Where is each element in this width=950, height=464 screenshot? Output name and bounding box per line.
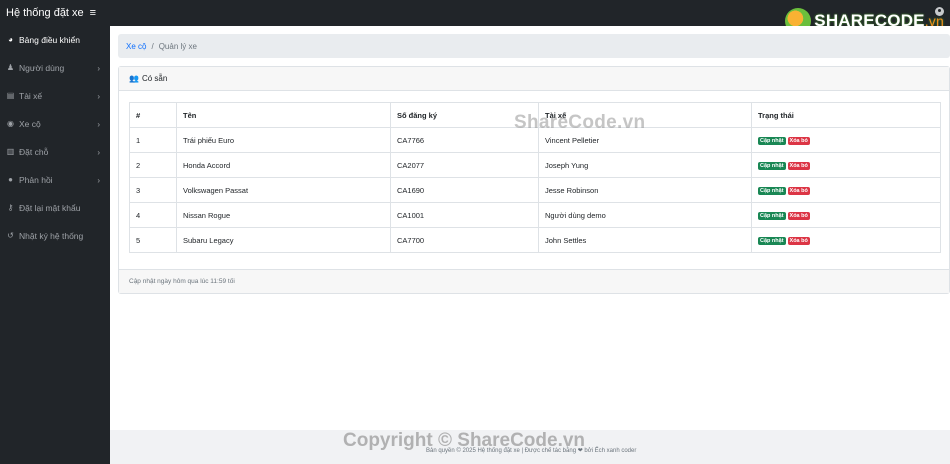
footer-text: Bản quyền © 2025 Hệ thống đặt xe | Được … — [426, 448, 637, 454]
header-number: # — [129, 102, 177, 128]
status-actions: Cập nhật Xóa bỏ — [751, 227, 941, 253]
registration-number: CA7700 — [390, 227, 539, 253]
header-name: Tên — [176, 102, 391, 128]
delete-button[interactable]: Xóa bỏ — [787, 212, 810, 220]
row-number: 3 — [129, 177, 177, 203]
table-row: 4 Nissan Rogue CA1001 Người dùng demo Cập nh… — [129, 202, 941, 228]
sidebar-item-key[interactable]: ⚷ Đặt lại mật khẩu — [0, 194, 110, 222]
sidebar-item-driver-card[interactable]: ▤ Tài xế › — [0, 82, 110, 110]
sidebar-item-car[interactable]: ◉ Xe cộ › — [0, 110, 110, 138]
sidebar-item-comments[interactable]: ● Phản hồi › — [0, 166, 110, 194]
brand-title[interactable]: Hệ thống đặt xe — [0, 7, 84, 19]
driver-card-icon: ▤ — [6, 91, 15, 100]
users-icon: 👥 — [129, 74, 139, 83]
vehicle-name: Nissan Rogue — [176, 202, 391, 228]
vehicles-card: 👥 Có sẵn # Tên Số đăng ký Tài xế Trạng t… — [118, 66, 950, 294]
breadcrumb: Xe cộ / Quản lý xe — [118, 34, 950, 58]
sidebar-item-history[interactable]: ↺ Nhật ký hệ thống — [0, 222, 110, 250]
delete-button[interactable]: Xóa bỏ — [787, 162, 810, 170]
sidebar-item-label: Tài xế — [19, 91, 43, 101]
page-footer: Copyright © ShareCode.vn Bản quyền © 202… — [110, 430, 950, 464]
table-row: 2 Honda Accord CA2077 Joseph Yung Cập nhật Xó… — [129, 152, 941, 178]
chevron-right-icon: › — [97, 63, 100, 73]
watermark-text: ShareCode.vn — [514, 112, 646, 133]
key-icon: ⚷ — [7, 203, 14, 212]
chevron-right-icon: › — [97, 147, 100, 157]
vehicle-name: Trái phiếu Euro — [176, 127, 391, 153]
sidebar-item-dashboard[interactable]: ◕ Bảng điều khiển — [0, 26, 110, 54]
breadcrumb-current: Quản lý xe — [158, 41, 197, 51]
chevron-right-icon: › — [97, 175, 100, 185]
breadcrumb-link-vehicles[interactable]: Xe cộ — [126, 42, 146, 51]
comments-icon: ● — [8, 175, 13, 184]
booking-icon: ▥ — [6, 147, 15, 156]
update-button[interactable]: Cập nhật — [758, 212, 786, 220]
status-actions: Cập nhật Xóa bỏ — [751, 152, 941, 178]
registration-number: CA1690 — [390, 177, 539, 203]
row-number: 5 — [129, 227, 177, 253]
card-title: Có sẵn — [141, 74, 168, 83]
vehicle-name: Volkswagen Passat — [176, 177, 391, 203]
users-icon: ♟ — [6, 63, 15, 72]
row-number: 1 — [129, 127, 177, 153]
status-actions: Cập nhật Xóa bỏ — [751, 177, 941, 203]
driver-name: Jesse Robinson — [538, 177, 752, 203]
sidebar-item-users[interactable]: ♟ Người dùng › — [0, 54, 110, 82]
sidebar-item-label: Phản hồi — [19, 175, 53, 185]
driver-name: Người dùng demo — [538, 202, 752, 228]
vehicle-name: Subaru Legacy — [176, 227, 391, 253]
vehicle-name: Honda Accord — [176, 152, 391, 178]
breadcrumb-separator: / — [151, 41, 154, 51]
menu-toggle-icon[interactable]: ≡ — [90, 7, 96, 19]
table-row: 5 Subaru Legacy CA7700 John Settles Cập nhật… — [129, 227, 941, 253]
update-button[interactable]: Cập nhật — [758, 237, 786, 245]
sidebar-item-label: Bảng điều khiển — [19, 35, 80, 45]
update-button[interactable]: Cập nhật — [758, 187, 786, 195]
delete-button[interactable]: Xóa bỏ — [787, 237, 810, 245]
status-actions: Cập nhật Xóa bỏ — [751, 202, 941, 228]
driver-name: John Settles — [538, 227, 752, 253]
delete-button[interactable]: Xóa bỏ — [787, 137, 810, 145]
sidebar-item-label: Người dùng — [19, 63, 65, 73]
delete-button[interactable]: Xóa bỏ — [787, 187, 810, 195]
update-button[interactable]: Cập nhật — [758, 137, 786, 145]
car-icon: ◉ — [7, 119, 14, 128]
row-number: 2 — [129, 152, 177, 178]
chevron-right-icon: › — [97, 119, 100, 129]
dashboard-icon: ◕ — [8, 35, 13, 44]
registration-number: CA2077 — [390, 152, 539, 178]
status-actions: Cập nhật Xóa bỏ — [751, 127, 941, 153]
header-status: Trạng thái — [751, 102, 941, 128]
sidebar-item-label: Nhật ký hệ thống — [19, 231, 84, 241]
table-row: 3 Volkswagen Passat CA1690 Jesse Robinson Cậ… — [129, 177, 941, 203]
sidebar-item-label: Xe cộ — [19, 119, 41, 129]
registration-number: CA1001 — [390, 202, 539, 228]
sidebar: ◕ Bảng điều khiển ♟ Người dùng › ▤ Tài xế › ◉ Xe … — [0, 26, 110, 464]
chevron-right-icon: › — [97, 91, 100, 101]
sidebar-item-label: Đặt lại mật khẩu — [19, 203, 81, 213]
update-button[interactable]: Cập nhật — [758, 162, 786, 170]
history-icon: ↺ — [7, 231, 14, 240]
driver-name: Joseph Yung — [538, 152, 752, 178]
row-number: 4 — [129, 202, 177, 228]
card-footer: Cập nhật ngày hôm qua lúc 11:59 tối — [119, 269, 949, 293]
main-content: Xe cộ / Quản lý xe 👥 Có sẵn # Tên Số đăn… — [110, 26, 950, 464]
sidebar-item-booking[interactable]: ▥ Đặt chỗ › — [0, 138, 110, 166]
card-header: 👥 Có sẵn — [119, 67, 949, 91]
sidebar-item-label: Đặt chỗ — [19, 147, 49, 157]
